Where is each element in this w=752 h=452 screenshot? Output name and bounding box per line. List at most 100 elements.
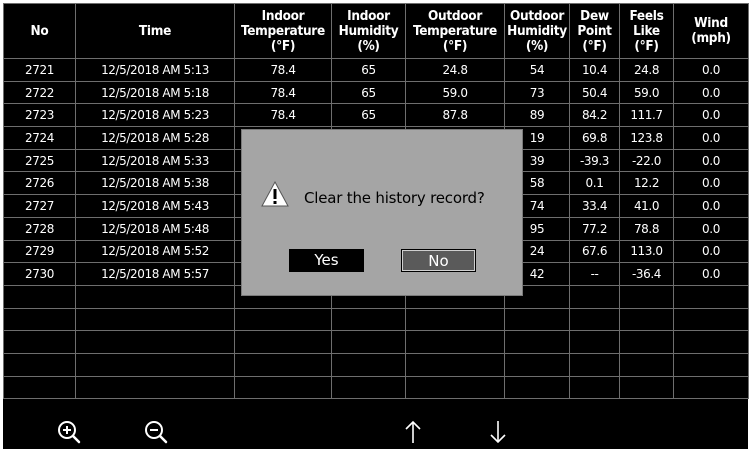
cell-time: 12/5/2018 AM 5:43: [75, 194, 235, 218]
cell-no: 2726: [3, 171, 76, 196]
cell-wind: 0.0: [673, 58, 749, 82]
cell-no: 2725: [3, 148, 76, 173]
cell-time: 12/5/2018 AM 5:48: [75, 216, 235, 241]
cell-dew-point: -39.3: [569, 148, 620, 173]
no-button[interactable]: No: [401, 249, 476, 272]
cell-outdoor-temperature: [405, 375, 505, 400]
cell-time: [75, 375, 235, 400]
scroll-down-icon[interactable]: [485, 419, 511, 445]
cell-time: [75, 352, 235, 377]
cell-feels-like: 12.2: [619, 171, 674, 196]
cell-indoor-temperature: [234, 330, 332, 354]
cell-feels-like: 111.7: [619, 103, 674, 128]
cell-outdoor-temperature: 59.0: [405, 80, 505, 105]
cell-time: [75, 330, 235, 354]
cell-feels-like: [619, 307, 674, 332]
cell-no: 2730: [3, 262, 76, 286]
cell-no: 2729: [3, 239, 76, 264]
cell-feels-like: -36.4: [619, 262, 674, 286]
cell-indoor-humidity: [331, 352, 406, 377]
zoom-in-icon[interactable]: [56, 419, 82, 445]
cell-outdoor-temperature: 24.8: [405, 58, 505, 82]
cell-outdoor-temperature: [405, 330, 505, 354]
cell-time: 12/5/2018 AM 5:38: [75, 171, 235, 196]
cell-wind: 0.0: [673, 171, 749, 196]
cell-dew-point: 50.4: [569, 80, 620, 105]
cell-wind: 0.0: [673, 262, 749, 286]
cell-outdoor-humidity: 89: [504, 103, 570, 128]
cell-feels-like: 24.8: [619, 58, 674, 82]
cell-feels-like: [619, 330, 674, 354]
cell-dew-point: [569, 330, 620, 354]
bottom-toolbar: [3, 415, 748, 449]
cell-indoor-humidity: [331, 375, 406, 400]
column-header-indoor-temperature: Indoor Temperature (°F): [234, 3, 332, 59]
cell-outdoor-humidity: 73: [504, 80, 570, 105]
cell-feels-like: 113.0: [619, 239, 674, 264]
zoom-out-icon[interactable]: [143, 419, 169, 445]
cell-wind: 0.0: [673, 103, 749, 128]
cell-wind: 0.0: [673, 194, 749, 218]
cell-wind: [673, 330, 749, 354]
column-header-dew-point: Dew Point (°F): [569, 3, 620, 59]
cell-wind: [673, 375, 749, 400]
table-row[interactable]: 2723 12/5/2018 AM 5:23 78.4 65 87.8 89 84.2 111…: [3, 103, 749, 128]
cell-feels-like: [619, 284, 674, 309]
cell-feels-like: 123.8: [619, 126, 674, 150]
cell-indoor-humidity: [331, 330, 406, 354]
yes-button[interactable]: Yes: [289, 249, 364, 272]
cell-dew-point: 33.4: [569, 194, 620, 218]
confirm-dialog: Clear the history record? Yes No: [241, 129, 523, 296]
cell-dew-point: 77.2: [569, 216, 620, 241]
cell-time: 12/5/2018 AM 5:18: [75, 80, 235, 105]
history-panel: No Time Indoor Temperature (°F) Indoor H…: [3, 3, 749, 449]
cell-indoor-temperature: 78.4: [234, 103, 332, 128]
cell-feels-like: 41.0: [619, 194, 674, 218]
cell-time: 12/5/2018 AM 5:52: [75, 239, 235, 264]
cell-indoor-humidity: 65: [331, 103, 406, 128]
column-header-wind: Wind (mph): [673, 3, 749, 59]
column-header-no: No: [3, 3, 76, 59]
cell-no: [3, 352, 76, 377]
cell-indoor-humidity: [331, 307, 406, 332]
table-row[interactable]: 2722 12/5/2018 AM 5:18 78.4 65 59.0 73 50.4 59.…: [3, 80, 749, 105]
cell-outdoor-humidity: [504, 352, 570, 377]
table-row[interactable]: [3, 375, 749, 400]
table-row[interactable]: [3, 307, 749, 332]
cell-time: [75, 284, 235, 309]
cell-no: 2722: [3, 80, 76, 105]
cell-feels-like: [619, 352, 674, 377]
cell-time: 12/5/2018 AM 5:23: [75, 103, 235, 128]
column-header-indoor-humidity: Indoor Humidity (%): [331, 3, 406, 59]
cell-no: 2724: [3, 126, 76, 150]
cell-no: 2728: [3, 216, 76, 241]
cell-dew-point: [569, 375, 620, 400]
cell-wind: [673, 352, 749, 377]
column-header-outdoor-humidity: Outdoor Humidity (%): [504, 3, 570, 59]
cell-dew-point: 0.1: [569, 171, 620, 196]
cell-wind: 0.0: [673, 239, 749, 264]
cell-outdoor-temperature: [405, 352, 505, 377]
screen: No Time Indoor Temperature (°F) Indoor H…: [0, 0, 752, 452]
cell-outdoor-humidity: [504, 307, 570, 332]
cell-time: 12/5/2018 AM 5:28: [75, 126, 235, 150]
cell-indoor-temperature: [234, 352, 332, 377]
cell-wind: 0.0: [673, 80, 749, 105]
cell-no: [3, 284, 76, 309]
cell-no: [3, 307, 76, 332]
cell-indoor-temperature: 78.4: [234, 80, 332, 105]
cell-dew-point: 67.6: [569, 239, 620, 264]
table-row[interactable]: [3, 352, 749, 377]
cell-indoor-humidity: 65: [331, 58, 406, 82]
cell-feels-like: [619, 375, 674, 400]
cell-indoor-temperature: 78.4: [234, 58, 332, 82]
cell-wind: [673, 284, 749, 309]
warning-icon: [261, 180, 289, 207]
table-row[interactable]: [3, 330, 749, 354]
cell-dew-point: 69.8: [569, 126, 620, 150]
cell-no: [3, 330, 76, 354]
cell-indoor-temperature: [234, 307, 332, 332]
cell-no: [3, 375, 76, 400]
table-row[interactable]: 2721 12/5/2018 AM 5:13 78.4 65 24.8 54 10.4 24.…: [3, 58, 749, 82]
scroll-up-icon[interactable]: [400, 419, 426, 445]
